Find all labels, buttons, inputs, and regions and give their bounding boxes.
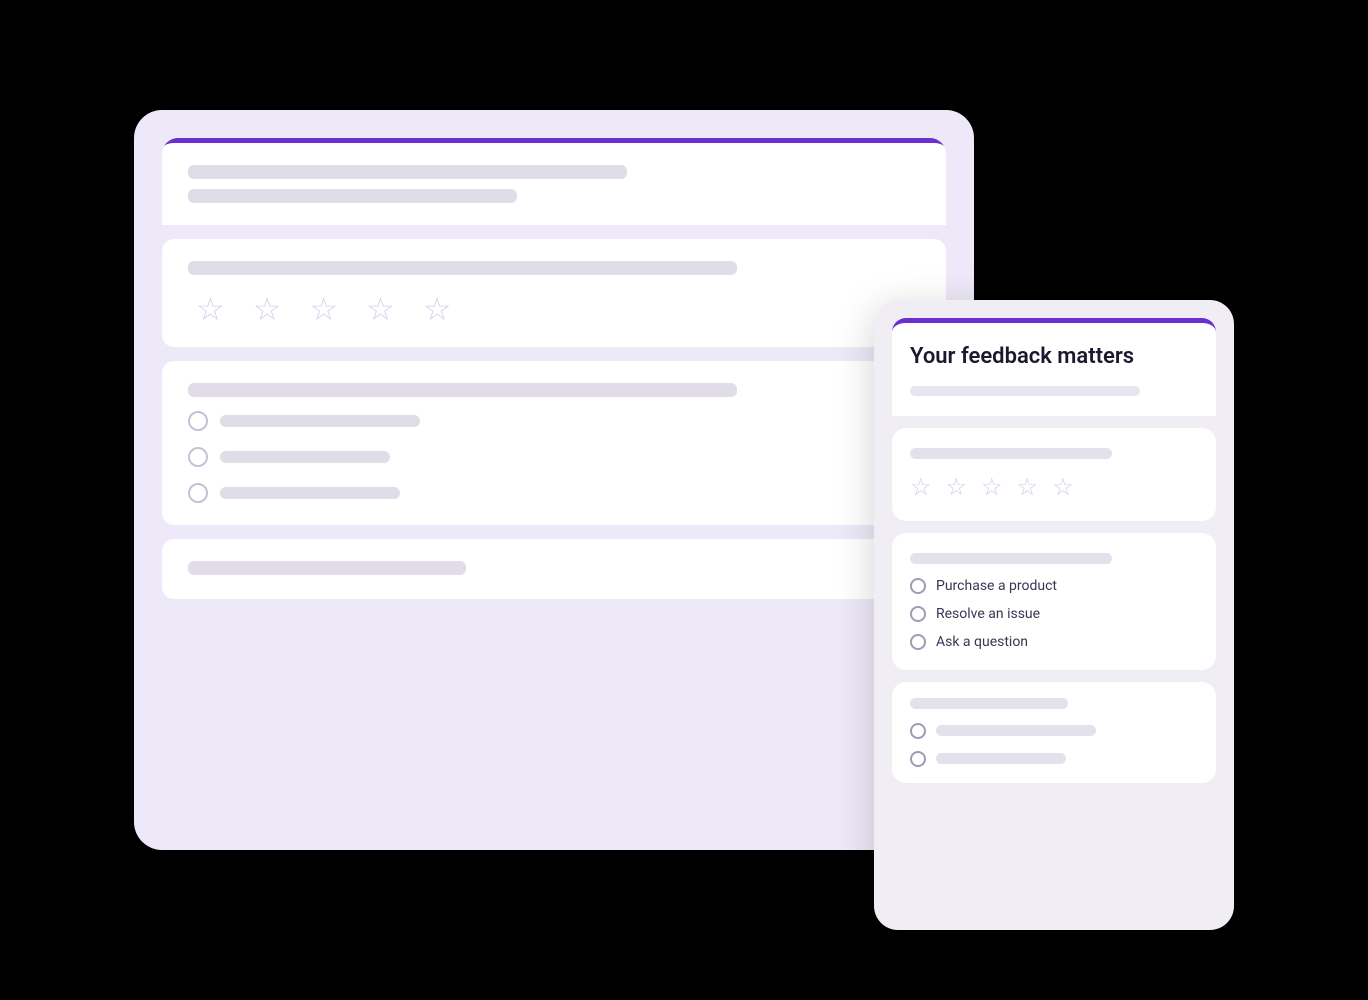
radio-button[interactable] bbox=[910, 606, 926, 622]
phone-radio-row: Resolve an issue bbox=[910, 606, 1198, 622]
phone-bottom-radio-row bbox=[910, 751, 1198, 767]
radio-button[interactable] bbox=[910, 578, 926, 594]
skeleton-bar bbox=[188, 165, 627, 179]
phone-stars-row: ☆ ☆ ☆ ☆ ☆ bbox=[910, 473, 1198, 501]
skeleton-bar bbox=[188, 561, 466, 575]
phone-radio-group: Purchase a product Resolve an issue Ask … bbox=[910, 578, 1198, 650]
tablet-inner: ☆ ☆ ☆ ☆ ☆ bbox=[162, 138, 946, 822]
radio-option-label: Purchase a product bbox=[936, 578, 1057, 594]
tablet: ☆ ☆ ☆ ☆ ☆ bbox=[134, 110, 974, 850]
skeleton-bar bbox=[936, 725, 1096, 736]
scene: ☆ ☆ ☆ ☆ ☆ bbox=[134, 110, 1234, 890]
skeleton-bar bbox=[220, 415, 420, 427]
tablet-card-2: ☆ ☆ ☆ ☆ ☆ bbox=[162, 239, 946, 347]
tablet-card-4 bbox=[162, 539, 946, 599]
skeleton-bar bbox=[188, 189, 517, 203]
phone-bottom-card bbox=[892, 682, 1216, 783]
tablet-radio-row bbox=[188, 411, 920, 431]
skeleton-bar bbox=[188, 261, 737, 275]
radio-option-label: Ask a question bbox=[936, 634, 1028, 650]
skeleton-bar bbox=[910, 553, 1112, 564]
phone-header-card: Your feedback matters bbox=[892, 318, 1216, 416]
radio-button[interactable] bbox=[910, 723, 926, 739]
tablet-radio-row bbox=[188, 447, 920, 467]
radio-button[interactable] bbox=[910, 751, 926, 767]
phone-radio-row: Ask a question bbox=[910, 634, 1198, 650]
radio-button[interactable] bbox=[188, 447, 208, 467]
radio-option-label: Resolve an issue bbox=[936, 606, 1040, 622]
star-icon[interactable]: ☆ bbox=[309, 293, 338, 325]
star-icon[interactable]: ☆ bbox=[366, 293, 395, 325]
skeleton-bar bbox=[910, 386, 1140, 396]
skeleton-bar bbox=[220, 487, 400, 499]
star-icon[interactable]: ☆ bbox=[981, 473, 1003, 501]
star-icon[interactable]: ☆ bbox=[1017, 473, 1039, 501]
skeleton-bar bbox=[220, 451, 390, 463]
star-icon[interactable]: ☆ bbox=[253, 293, 282, 325]
phone-radio-card: Purchase a product Resolve an issue Ask … bbox=[892, 533, 1216, 670]
phone-bottom-radio-row bbox=[910, 723, 1198, 739]
tablet-radio-group bbox=[188, 411, 920, 503]
phone-bottom-radio-group bbox=[910, 723, 1198, 767]
skeleton-bar bbox=[910, 448, 1112, 459]
tablet-card-1 bbox=[162, 138, 946, 225]
skeleton-bar bbox=[188, 383, 737, 397]
skeleton-bar bbox=[910, 698, 1068, 709]
star-icon[interactable]: ☆ bbox=[196, 293, 225, 325]
star-icon[interactable]: ☆ bbox=[910, 473, 932, 501]
phone-rating-card: ☆ ☆ ☆ ☆ ☆ bbox=[892, 428, 1216, 521]
star-icon[interactable]: ☆ bbox=[423, 293, 452, 325]
stars-row: ☆ ☆ ☆ ☆ ☆ bbox=[188, 293, 920, 325]
phone: Your feedback matters ☆ ☆ ☆ ☆ ☆ Purchase… bbox=[874, 300, 1234, 930]
star-icon[interactable]: ☆ bbox=[1052, 473, 1074, 501]
tablet-radio-row bbox=[188, 483, 920, 503]
tablet-card-3 bbox=[162, 361, 946, 525]
star-icon[interactable]: ☆ bbox=[946, 473, 968, 501]
radio-button[interactable] bbox=[188, 411, 208, 431]
radio-button[interactable] bbox=[910, 634, 926, 650]
feedback-title: Your feedback matters bbox=[910, 343, 1198, 372]
skeleton-bar bbox=[936, 753, 1066, 764]
radio-button[interactable] bbox=[188, 483, 208, 503]
phone-radio-row: Purchase a product bbox=[910, 578, 1198, 594]
